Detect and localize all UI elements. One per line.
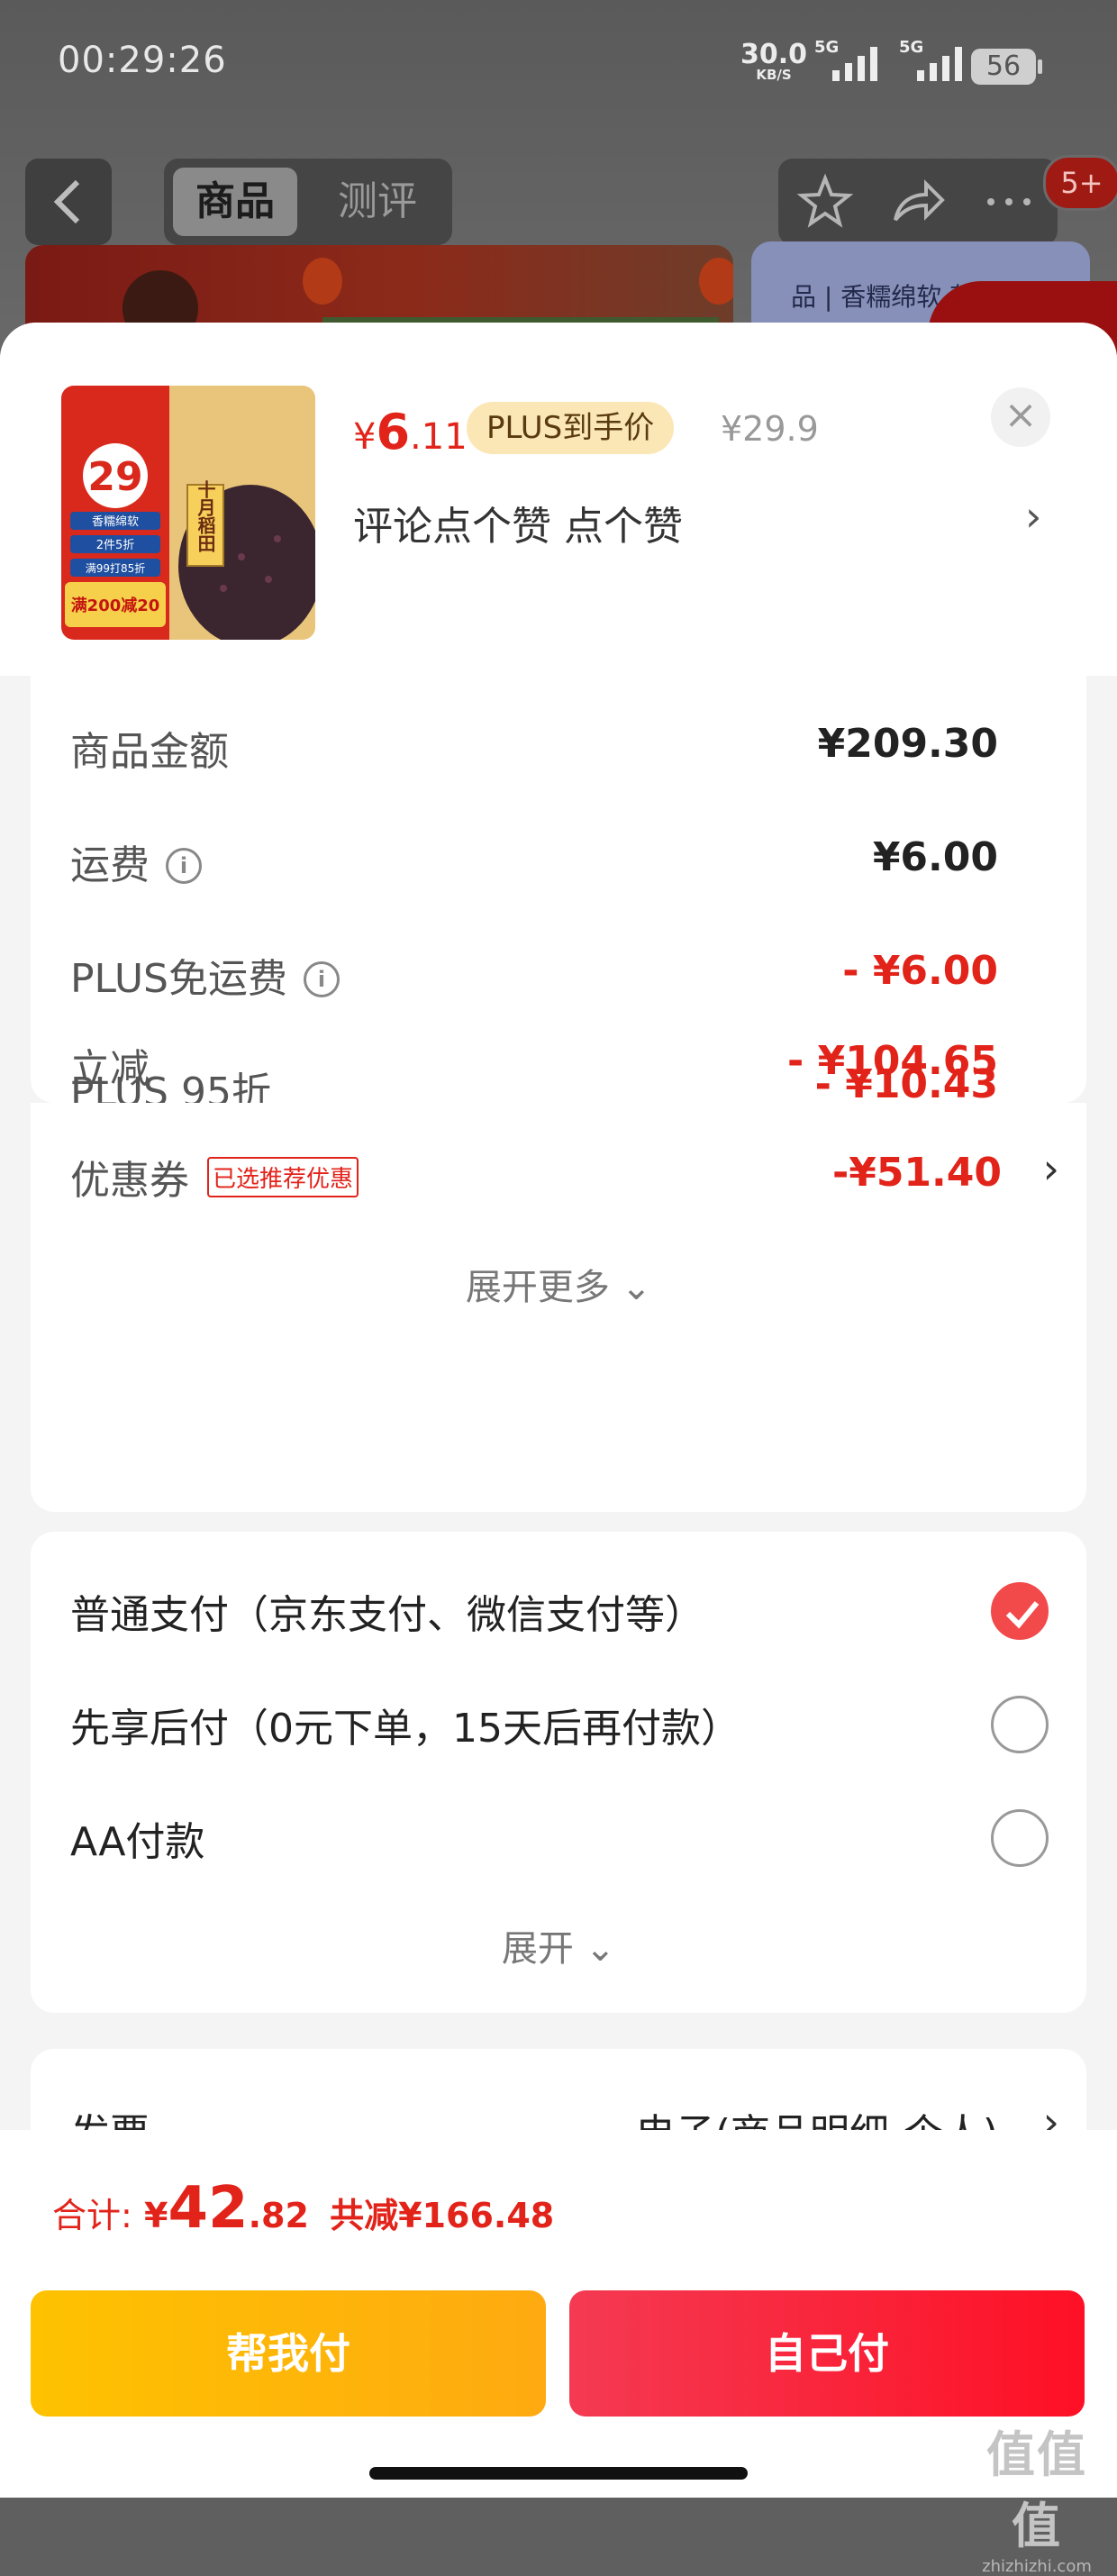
message-badge: 5+ xyxy=(1043,155,1117,211)
shipping-value: ¥6.00 xyxy=(872,834,998,880)
pay-myself-button[interactable]: 自己付 xyxy=(569,2290,1085,2417)
top-tabs: 商品 测评 xyxy=(164,159,452,245)
status-bar: 00:29:26 30.0 KB/S 5G 5G 56 xyxy=(0,0,1117,135)
watermark: 值值值 zhizhizhi.com xyxy=(969,2415,1104,2576)
chevron-down-icon: ⌄ xyxy=(609,1267,652,1308)
product-description[interactable]: 评论点个赞 点个赞 xyxy=(353,494,683,551)
row-label-shipping: 运费 i xyxy=(70,833,202,890)
share-icon[interactable] xyxy=(886,171,948,232)
expand-more-button[interactable]: 展开更多 ⌄ xyxy=(31,1258,1086,1310)
help-me-pay-button[interactable]: 帮我付 xyxy=(31,2290,546,2417)
radio-normal-pay[interactable] xyxy=(991,1582,1049,1640)
info-icon[interactable]: i xyxy=(166,848,202,884)
row-label-plus-free-shipping: PLUS免运费 i xyxy=(70,946,340,1004)
tab-goods[interactable]: 商品 xyxy=(173,168,297,236)
row-label-instant-discount: 立减 xyxy=(70,1046,150,1092)
instant-discount-value: - ¥104.65 xyxy=(787,1038,998,1084)
goods-amount-value: ¥209.30 xyxy=(817,721,998,767)
payment-options: 普通支付（京东支付、微信支付等） 先享后付（0元下单，15天后再付款） AA付款… xyxy=(31,1532,1086,2013)
check-icon xyxy=(1005,1601,1040,1629)
payment-option-pay-later[interactable]: 先享后付（0元下单，15天后再付款） xyxy=(70,1696,740,1753)
svg-text:5G: 5G xyxy=(814,38,839,57)
radio-aa-pay[interactable] xyxy=(991,1809,1049,1867)
svg-text:2件5折: 2件5折 xyxy=(96,539,135,552)
chevron-right-icon[interactable]: › xyxy=(1043,1144,1059,1193)
bottom-bar: 合计: ¥42.82 共减¥166.48 帮我付 自己付 值值值 zhizhiz… xyxy=(0,2130,1117,2576)
back-button[interactable] xyxy=(25,159,112,245)
total-saved: 共减¥166.48 xyxy=(330,2196,555,2235)
current-price: ¥6.11 xyxy=(353,404,468,460)
svg-text:29: 29 xyxy=(87,454,142,500)
price-summary-continued: 立减 - ¥104.65 优惠券 已选推荐优惠 -¥51.40 › 展开更多 ⌄ xyxy=(31,1038,1086,1512)
order-total: 合计: ¥42.82 共减¥166.48 xyxy=(52,2175,555,2242)
top-actions xyxy=(778,159,1058,245)
payment-option-normal[interactable]: 普通支付（京东支付、微信支付等） xyxy=(70,1582,704,1640)
info-icon[interactable]: i xyxy=(304,961,340,997)
battery-icon: 56 xyxy=(971,49,1042,85)
original-price: ¥29.9 xyxy=(721,409,819,449)
net-speed: 30.0 KB/S xyxy=(740,39,808,83)
product-image: 十月稻田 29 香糯绵软 2件5折 满99打85折 满200减20 xyxy=(61,386,315,640)
close-icon: × xyxy=(1003,392,1038,438)
background-page: 00:29:26 30.0 KB/S 5G 5G 56 商品 测评 5+ 品 |… xyxy=(0,0,1117,407)
status-time: 00:29:26 xyxy=(58,40,227,81)
more-icon[interactable] xyxy=(978,171,1040,232)
watermark-logo: 值值值 xyxy=(986,2426,1087,2554)
tab-review[interactable]: 测评 xyxy=(315,168,440,236)
coupon-tag: 已选推荐优惠 xyxy=(207,1157,359,1197)
svg-text:十月稻田: 十月稻田 xyxy=(195,480,216,552)
chevron-left-icon xyxy=(53,179,80,224)
watermark-url: zhizhizhi.com xyxy=(982,2557,1092,2576)
svg-text:满200减20: 满200减20 xyxy=(71,596,160,615)
svg-text:5G: 5G xyxy=(899,38,923,57)
coupon-value[interactable]: -¥51.40 xyxy=(832,1150,1002,1196)
home-indicator[interactable] xyxy=(369,2467,748,2480)
payment-option-aa[interactable]: AA付款 xyxy=(70,1809,204,1867)
product-header: 十月稻田 29 香糯绵软 2件5折 满99打85折 满200减20 ¥6.11 … xyxy=(0,323,1117,676)
plus-free-shipping-value: - ¥6.00 xyxy=(842,948,998,994)
chevron-down-icon: ⌄ xyxy=(573,1928,616,1970)
svg-text:满99打85折: 满99打85折 xyxy=(86,561,146,575)
chevron-right-icon[interactable]: › xyxy=(1025,492,1041,541)
row-label-coupon[interactable]: 优惠券 已选推荐优惠 xyxy=(70,1148,359,1206)
star-icon[interactable] xyxy=(795,171,856,232)
row-label-goods-amount: 商品金额 xyxy=(70,729,229,775)
close-button[interactable]: × xyxy=(991,387,1050,447)
plus-price-tag: PLUS到手价 xyxy=(467,402,675,454)
radio-pay-later[interactable] xyxy=(991,1696,1049,1753)
expand-payment-button[interactable]: 展开 ⌄ xyxy=(31,1919,1086,1971)
svg-text:香糯绵软: 香糯绵软 xyxy=(92,515,139,529)
